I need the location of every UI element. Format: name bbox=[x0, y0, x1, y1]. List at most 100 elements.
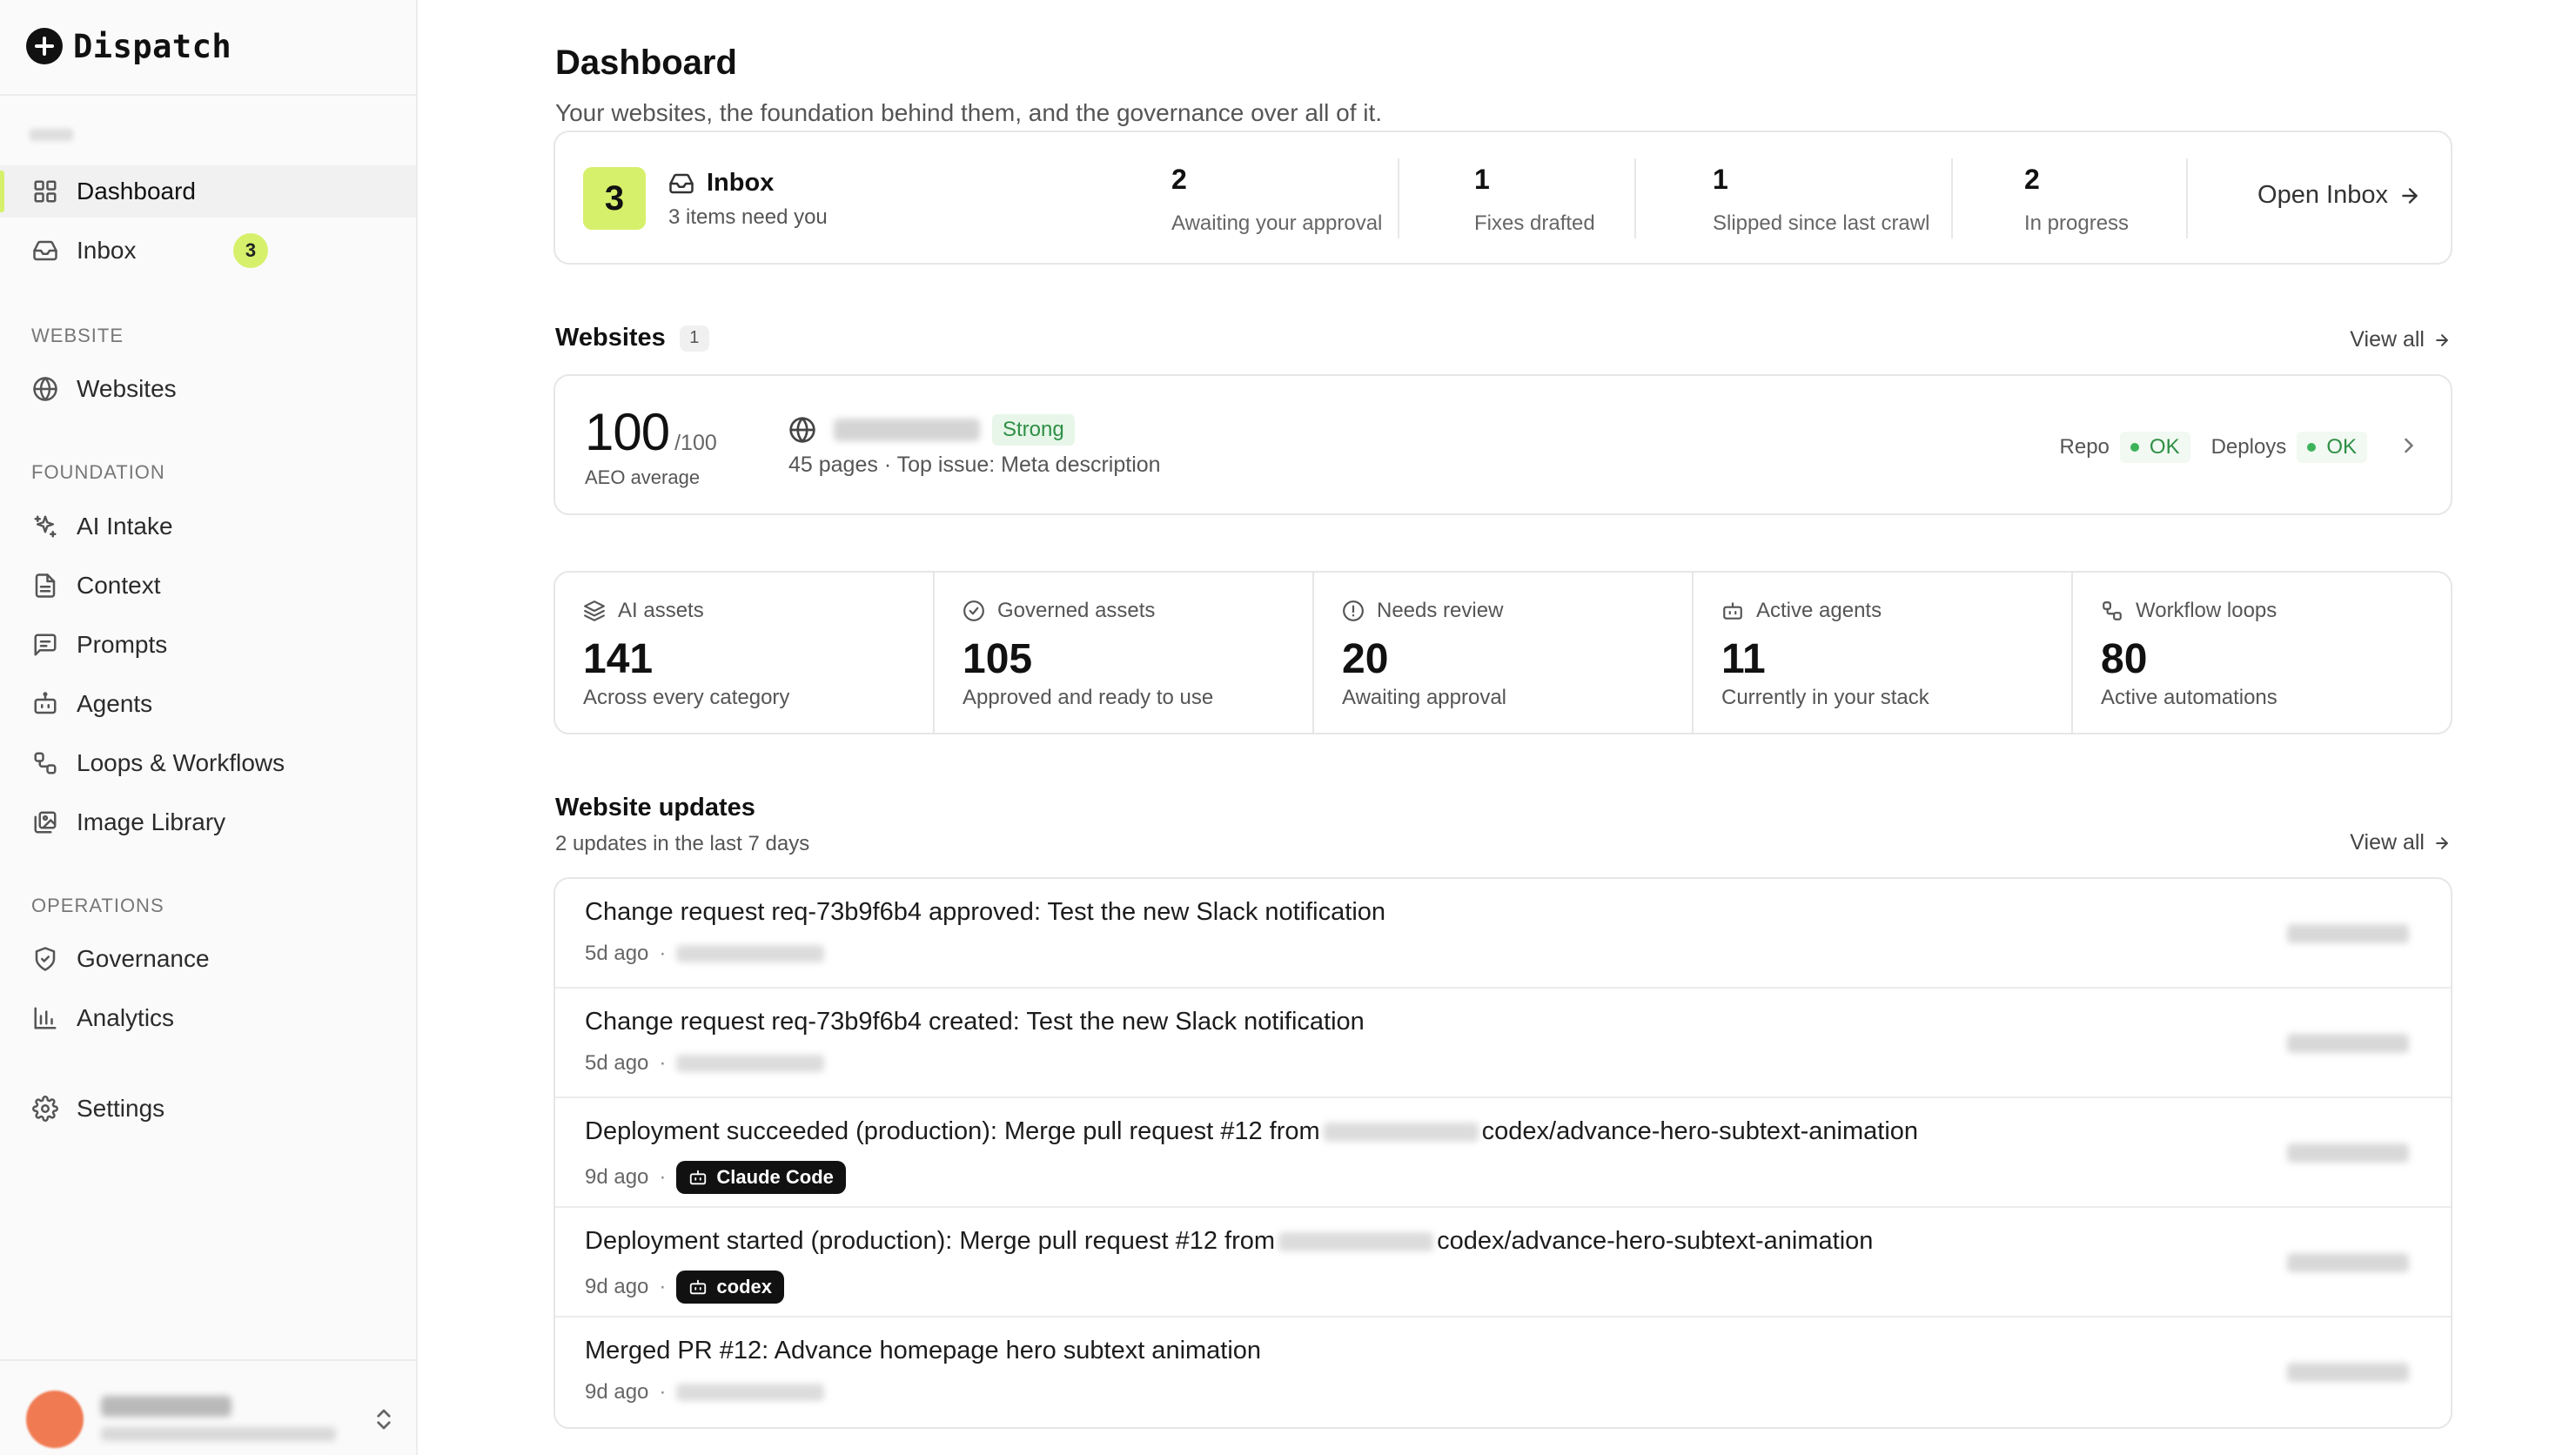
sidebar-item-label: Analytics bbox=[77, 1004, 175, 1031]
update-meta: 9d ago · bbox=[585, 1380, 825, 1405]
deploys-status-badge: OK bbox=[2297, 432, 2367, 463]
update-title: Change request req-73b9f6b4 approved: Te… bbox=[585, 898, 1386, 926]
metric-needs-review[interactable]: Needs review 20 Awaiting approval bbox=[1314, 573, 1694, 733]
inbox-heading: Inbox bbox=[668, 169, 774, 198]
check-circle-icon bbox=[963, 600, 984, 621]
update-time: 5d ago bbox=[585, 942, 649, 965]
stat-label: Fixes drafted bbox=[1474, 211, 1595, 235]
websites-count-badge: 1 bbox=[679, 325, 709, 352]
sidebar-item-analytics[interactable]: Analytics bbox=[0, 992, 416, 1044]
author-redacted bbox=[676, 945, 825, 962]
sidebar-item-label: Image Library bbox=[77, 808, 226, 835]
site-name-redacted bbox=[2287, 1034, 2409, 1053]
site-name-redacted bbox=[834, 419, 980, 441]
open-inbox-button[interactable]: Open Inbox bbox=[2257, 181, 2421, 210]
metric-label: Workflow loops bbox=[2136, 599, 2277, 622]
sidebar-item-websites[interactable]: Websites bbox=[0, 363, 416, 415]
dashboard-grid-icon bbox=[31, 178, 59, 205]
update-row[interactable]: Change request req-73b9f6b4 created: Tes… bbox=[555, 989, 2451, 1098]
metric-active-agents[interactable]: Active agents 11 Currently in your stack bbox=[1694, 573, 2073, 733]
message-square-icon bbox=[31, 631, 59, 659]
stat-awaiting-approval[interactable]: 2 Awaiting your approval bbox=[1171, 164, 1382, 236]
sidebar-item-label: Loops & Workflows bbox=[77, 749, 285, 776]
meta-separator: · bbox=[659, 1165, 667, 1189]
sidebar-item-inbox[interactable]: Inbox 3 bbox=[0, 225, 416, 277]
aeo-score-max: /100 bbox=[674, 431, 717, 455]
author-redacted bbox=[676, 1055, 825, 1072]
update-row[interactable]: Deployment succeeded (production): Merge… bbox=[555, 1098, 2451, 1208]
metric-value: 80 bbox=[2101, 636, 2148, 682]
inbox-title: Inbox bbox=[707, 169, 775, 197]
updates-subtitle: 2 updates in the last 7 days bbox=[555, 832, 810, 855]
sidebar-item-label: Prompts bbox=[77, 631, 168, 658]
aeo-score: 100 /100 bbox=[585, 402, 717, 462]
workflow-icon bbox=[2103, 601, 2122, 620]
update-row[interactable]: Merged PR #12: Advance homepage hero sub… bbox=[555, 1318, 2451, 1427]
layers-icon bbox=[584, 600, 605, 621]
avatar bbox=[26, 1391, 84, 1448]
update-row[interactable]: Deployment started (production): Merge p… bbox=[555, 1208, 2451, 1318]
stat-in-progress[interactable]: 2 In progress bbox=[2024, 164, 2129, 236]
agent-chip: Claude Code bbox=[676, 1161, 846, 1194]
metric-ai-assets[interactable]: AI assets 141 Across every category bbox=[555, 573, 935, 733]
metric-governed-assets[interactable]: Governed assets 105 Approved and ready t… bbox=[935, 573, 1314, 733]
site-name-redacted bbox=[2287, 1363, 2409, 1382]
updates-title: Website updates bbox=[555, 794, 755, 821]
sidebar-item-dashboard[interactable]: Dashboard bbox=[0, 165, 416, 218]
meta-separator: · bbox=[659, 942, 667, 965]
update-title: Deployment started (production): Merge p… bbox=[585, 1227, 1873, 1256]
update-time: 9d ago bbox=[585, 1275, 649, 1298]
metric-description: Approved and ready to use bbox=[963, 686, 1214, 709]
meta-separator: · bbox=[659, 1380, 667, 1404]
site-status-group: Repo OK Deploys OK bbox=[2060, 432, 2367, 463]
sidebar-item-context[interactable]: Context bbox=[0, 560, 416, 612]
chevrons-up-down-icon[interactable] bbox=[371, 1406, 397, 1432]
images-icon bbox=[31, 808, 59, 836]
update-title: Merged PR #12: Advance homepage hero sub… bbox=[585, 1337, 1262, 1364]
sidebar-item-label: Dashboard bbox=[77, 178, 196, 205]
website-card[interactable]: 100 /100 AEO average Strong 45 pages · T… bbox=[553, 374, 2452, 515]
section-label-foundation: FOUNDATION bbox=[31, 461, 165, 483]
updates-view-all-link[interactable]: View all bbox=[2350, 830, 2451, 855]
sidebar-item-label: Governance bbox=[77, 945, 210, 972]
metric-value: 105 bbox=[963, 636, 1033, 682]
sidebar-item-label: Websites bbox=[77, 375, 177, 402]
stat-label: Slipped since last crawl bbox=[1713, 211, 1930, 235]
brand[interactable]: Dispatch bbox=[26, 26, 231, 66]
metric-label: Active agents bbox=[1756, 599, 1882, 622]
sidebar-item-agents[interactable]: Agents bbox=[0, 678, 416, 730]
deploys-label: Deploys bbox=[2210, 435, 2287, 459]
sidebar-item-prompts[interactable]: Prompts bbox=[0, 619, 416, 671]
inbox-subtitle: 3 items need you bbox=[668, 205, 828, 229]
gear-icon bbox=[31, 1095, 59, 1123]
stat-fixes-drafted[interactable]: 1 Fixes drafted bbox=[1474, 164, 1595, 236]
sidebar-item-image-library[interactable]: Image Library bbox=[0, 796, 416, 848]
stat-divider bbox=[1398, 158, 1399, 238]
agent-chip: codex bbox=[676, 1271, 784, 1304]
strength-badge: Strong bbox=[992, 414, 1075, 446]
sparkles-icon bbox=[31, 513, 59, 540]
metric-label: Governed assets bbox=[997, 599, 1156, 622]
inbox-summary-card: 3 Inbox 3 items need you 2 Awaiting your… bbox=[553, 131, 2452, 265]
user-name-redacted bbox=[101, 1396, 231, 1417]
metric-value: 141 bbox=[583, 636, 654, 682]
update-title: Deployment succeeded (production): Merge… bbox=[585, 1117, 1918, 1146]
websites-title: Websites bbox=[555, 324, 666, 352]
stat-slipped[interactable]: 1 Slipped since last crawl bbox=[1713, 164, 1929, 236]
section-label-operations: OPERATIONS bbox=[31, 895, 164, 916]
metric-header: Governed assets bbox=[963, 599, 1155, 623]
sidebar-item-settings[interactable]: Settings bbox=[0, 1083, 416, 1135]
dispatch-logo-icon bbox=[26, 28, 63, 64]
bot-icon bbox=[31, 690, 59, 718]
globe-icon bbox=[31, 375, 59, 403]
update-time: 5d ago bbox=[585, 1051, 649, 1075]
sidebar-item-governance[interactable]: Governance bbox=[0, 933, 416, 985]
websites-view-all-link[interactable]: View all bbox=[2350, 327, 2451, 352]
update-row[interactable]: Change request req-73b9f6b4 approved: Te… bbox=[555, 879, 2451, 989]
agent-chip-label: Claude Code bbox=[716, 1166, 834, 1188]
user-menu[interactable] bbox=[26, 1387, 400, 1448]
metric-workflow-loops[interactable]: Workflow loops 80 Active automations bbox=[2073, 573, 2451, 733]
sidebar-item-ai-intake[interactable]: AI Intake bbox=[0, 500, 416, 553]
sidebar-item-loops-workflows[interactable]: Loops & Workflows bbox=[0, 737, 416, 789]
arrow-right-icon bbox=[2436, 333, 2448, 346]
